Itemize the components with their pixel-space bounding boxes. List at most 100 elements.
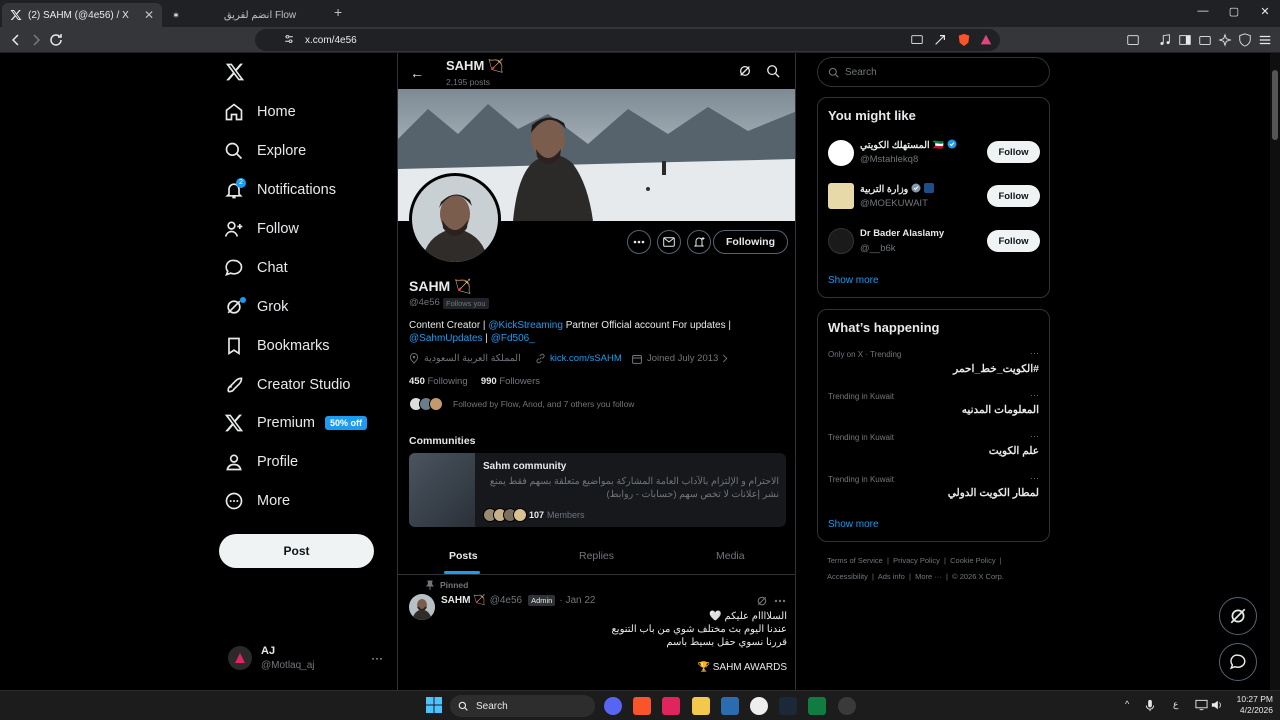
tab-other[interactable]: انضم لفريق Flow bbox=[190, 3, 330, 27]
show-more-link[interactable]: Show more bbox=[828, 519, 879, 530]
avatar[interactable] bbox=[828, 140, 854, 166]
avatar[interactable] bbox=[828, 228, 854, 254]
trend-title[interactable]: لمطار الكويت الدولي bbox=[948, 487, 1039, 499]
subscribe-button[interactable] bbox=[687, 230, 711, 254]
following-button[interactable]: Following bbox=[713, 230, 788, 254]
file-explorer-icon[interactable] bbox=[692, 697, 710, 715]
discord-icon[interactable] bbox=[604, 697, 622, 715]
grok-icon[interactable] bbox=[738, 64, 752, 78]
chevron-right-icon[interactable] bbox=[721, 354, 729, 363]
site-settings-icon[interactable] bbox=[283, 33, 295, 45]
tweet-author-handle[interactable]: @4e56 bbox=[490, 595, 522, 606]
maximize-button[interactable]: ▢ bbox=[1219, 5, 1249, 18]
nav-grok[interactable]: Grok bbox=[224, 292, 288, 322]
avatar[interactable] bbox=[228, 646, 252, 670]
cast-icon[interactable] bbox=[910, 33, 924, 47]
followers-count-link[interactable]: 990 Followers bbox=[481, 376, 540, 387]
menu-icon[interactable] bbox=[1258, 33, 1272, 47]
trend-title[interactable]: #الكويت_خط_احمر bbox=[953, 363, 1039, 375]
follow-button[interactable]: Follow bbox=[987, 141, 1040, 163]
taskbar-search[interactable]: Search bbox=[450, 695, 595, 717]
avatar[interactable] bbox=[409, 594, 435, 620]
search-input[interactable]: Search bbox=[817, 57, 1050, 87]
trend-more-button[interactable]: ··· bbox=[1030, 390, 1039, 400]
tweet-author-name[interactable]: SAHM 🏹 bbox=[441, 595, 486, 606]
following-count-link[interactable]: 450 Following bbox=[409, 376, 468, 387]
footer-link[interactable]: Cookie Policy bbox=[950, 556, 995, 565]
follow-button[interactable]: Follow bbox=[987, 185, 1040, 207]
leo-ai-icon[interactable] bbox=[1218, 33, 1232, 47]
nav-creator-studio[interactable]: Creator Studio bbox=[224, 370, 351, 400]
windows-start-icon[interactable] bbox=[426, 697, 442, 713]
app-icon[interactable] bbox=[662, 697, 680, 715]
back-button[interactable]: ← bbox=[410, 65, 424, 81]
wallet-icon[interactable] bbox=[1198, 33, 1212, 47]
app-icon[interactable] bbox=[838, 697, 856, 715]
excel-icon[interactable] bbox=[808, 697, 826, 715]
tray-chevron-icon[interactable]: ^ bbox=[1125, 699, 1129, 709]
tab-close-icon[interactable]: ✕ bbox=[144, 8, 154, 22]
scrollbar-thumb[interactable] bbox=[1272, 70, 1278, 140]
trend-title[interactable]: علم الكويت bbox=[989, 445, 1039, 457]
grok-icon[interactable] bbox=[756, 595, 768, 607]
brave-shield-icon[interactable] bbox=[957, 33, 971, 47]
show-more-link[interactable]: Show more bbox=[828, 275, 879, 286]
tweet-date[interactable]: · Jan 22 bbox=[559, 595, 595, 606]
bio-mention-link[interactable]: @KickStreaming bbox=[488, 320, 563, 331]
nav-follow[interactable]: Follow bbox=[224, 214, 299, 244]
system-clock[interactable]: 10:27 PM 4/2/2026 bbox=[1225, 694, 1273, 716]
nav-chat[interactable]: Chat bbox=[224, 253, 288, 283]
language-indicator[interactable]: ع bbox=[1173, 699, 1178, 710]
app-icon[interactable] bbox=[721, 697, 739, 715]
close-window-button[interactable]: ✕ bbox=[1250, 5, 1280, 18]
scrollbar[interactable] bbox=[1270, 53, 1280, 690]
footer-link[interactable]: Accessibility bbox=[827, 572, 868, 581]
steam-icon[interactable] bbox=[779, 697, 797, 715]
footer-link[interactable]: Terms of Service bbox=[827, 556, 883, 565]
footer-link[interactable]: Privacy Policy bbox=[893, 556, 940, 565]
ellipsis-icon[interactable] bbox=[774, 599, 786, 603]
footer-link[interactable]: Ads info bbox=[878, 572, 905, 581]
bio-mention-link[interactable]: @Fd506_ bbox=[491, 333, 535, 344]
x-logo-icon[interactable] bbox=[224, 62, 246, 82]
tab-media[interactable]: Media bbox=[716, 550, 745, 562]
nav-more[interactable]: More bbox=[224, 486, 290, 516]
sidebar-icon[interactable] bbox=[1178, 33, 1192, 47]
vpn-icon[interactable] bbox=[1238, 33, 1252, 47]
nav-profile[interactable]: Profile bbox=[224, 447, 298, 477]
search-icon[interactable] bbox=[766, 64, 780, 78]
trend-more-button[interactable]: ··· bbox=[1030, 473, 1039, 483]
bio-mention-link[interactable]: @SahmUpdates bbox=[409, 333, 483, 344]
account-menu-button[interactable]: ··· bbox=[371, 651, 383, 665]
reader-icon[interactable] bbox=[1126, 33, 1140, 47]
obs-icon[interactable] bbox=[750, 697, 768, 715]
forward-icon[interactable] bbox=[28, 32, 44, 48]
nav-explore[interactable]: Explore bbox=[224, 136, 306, 166]
grok-floating-button[interactable] bbox=[1219, 597, 1257, 635]
new-tab-button[interactable]: + bbox=[334, 4, 342, 20]
suggestion-name[interactable]: وزارة التربية bbox=[860, 183, 934, 195]
music-icon[interactable] bbox=[1158, 33, 1172, 47]
brave-rewards-icon[interactable] bbox=[979, 33, 993, 47]
nav-bookmarks[interactable]: Bookmarks bbox=[224, 331, 330, 361]
profile-website[interactable]: kick.com/sSAHM bbox=[535, 353, 622, 364]
suggestion-name[interactable]: Dr Bader Alaslamy bbox=[860, 228, 944, 239]
community-card[interactable]: Sahm community الاحترام و الإلتزام بالآد… bbox=[409, 453, 786, 527]
nav-premium[interactable]: Premium 50% off bbox=[224, 408, 368, 438]
profile-photo[interactable] bbox=[409, 173, 501, 265]
url-field[interactable]: x.com/4e56 bbox=[255, 29, 1000, 51]
messages-floating-button[interactable] bbox=[1219, 643, 1257, 681]
more-options-button[interactable] bbox=[627, 230, 651, 254]
minimize-button[interactable]: — bbox=[1188, 5, 1218, 17]
website-link[interactable]: kick.com/sSAHM bbox=[550, 353, 622, 364]
trend-more-button[interactable]: ··· bbox=[1030, 431, 1039, 441]
nav-home[interactable]: Home bbox=[224, 97, 296, 127]
post-button[interactable]: Post bbox=[219, 534, 374, 568]
followed-by[interactable]: Followed by Flow, Anod, and 7 others you… bbox=[409, 397, 634, 411]
network-icon[interactable] bbox=[1195, 699, 1208, 711]
tab-posts[interactable]: Posts bbox=[449, 550, 478, 562]
trend-more-button[interactable]: ··· bbox=[1030, 348, 1039, 358]
avatar[interactable] bbox=[828, 183, 854, 209]
back-icon[interactable] bbox=[8, 32, 24, 48]
follow-button[interactable]: Follow bbox=[987, 230, 1040, 252]
